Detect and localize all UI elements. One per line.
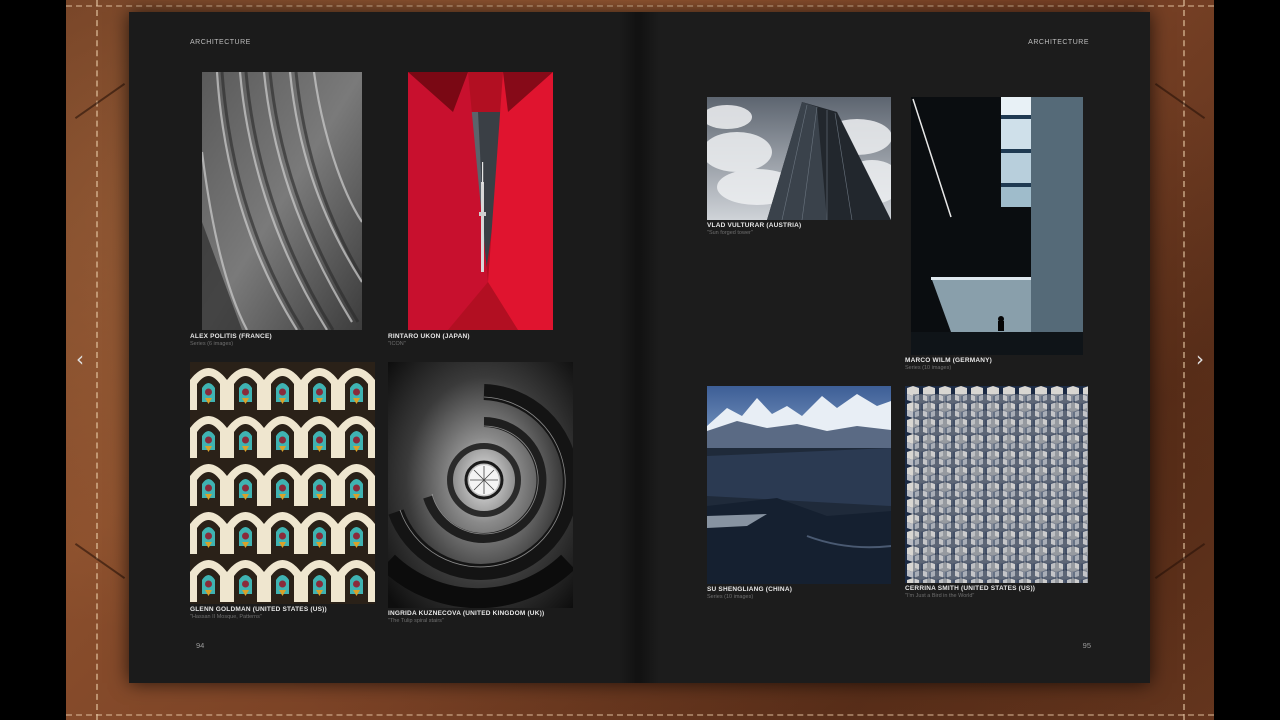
photo-dark-corridor[interactable] [911,97,1083,355]
photo-red-sculpture[interactable] [408,72,553,330]
section-header: ARCHITECTURE [1028,39,1089,46]
photo-caption: MARCO WILM (GERMANY) Series (10 images) [905,357,992,371]
photo-subtitle: Series (6 images) [190,341,234,347]
photo-concrete-facade[interactable] [202,72,362,330]
photo-caption: VLAD VULTURAR (AUSTRIA) "Sun forged towe… [707,222,801,236]
photographer-name: RINTARO UKON (JAPAN) [388,333,470,340]
next-page-icon[interactable]: › [1188,346,1212,372]
photo-caption: CERRINA SMITH (UNITED STATES (US)) "I'm … [905,585,1035,599]
photo-subtitle: "ICON" [388,341,406,347]
section-header: ARCHITECTURE [190,39,251,46]
photo-caption: RINTARO UKON (JAPAN) "ICON" [388,333,470,347]
stitching-bottom [66,714,1214,716]
photographer-name: VLAD VULTURAR (AUSTRIA) [707,222,802,229]
photo-geometric-facade[interactable] [905,386,1088,583]
photo-caption: ALEX POLITIS (FRANCE) Series (6 images) [190,333,272,347]
photo-caption: INGRIDA KUZNECOVA (UNITED KINGDOM (UK)) … [388,610,544,624]
page-number: 95 [1082,641,1091,650]
photographer-name: SU SHENGLIANG (CHINA) [707,586,793,593]
photo-caption: GLENN GOLDMAN (UNITED STATES (US)) "Hass… [190,606,327,620]
photographer-name: ALEX POLITIS (FRANCE) [190,333,272,340]
stitching-top [66,5,1214,7]
photo-mountains[interactable] [707,386,891,584]
photo-subtitle: "Sun forged tower" [707,230,753,236]
photo-tower-clouds[interactable] [707,97,891,220]
photo-spiral-stairs[interactable] [388,362,573,608]
left-page: ARCHITECTURE ALEX POLITIS (FRANCE) Serie… [129,12,639,683]
page-number: 94 [196,641,205,650]
photographer-name: GLENN GOLDMAN (UNITED STATES (US)) [190,606,327,613]
photo-caption: SU SHENGLIANG (CHINA) Series (10 images) [707,586,792,600]
stitching-right [1183,0,1185,720]
stitching-left [96,0,98,720]
previous-page-icon[interactable]: ‹ [68,346,92,372]
photographer-name: MARCO WILM (GERMANY) [905,357,993,364]
photo-subtitle: "Hassan II Mosque, Patterns" [190,614,262,620]
magazine-spread: ARCHITECTURE ALEX POLITIS (FRANCE) Serie… [129,12,1150,683]
book-gutter [619,12,659,683]
photo-subtitle: Series (10 images) [707,594,754,600]
right-page: ARCHITECTURE VLAD VULTURAR (AUSTRIA) "Su… [639,12,1150,683]
photographer-name: INGRIDA KUZNECOVA (UNITED KINGDOM (UK)) [388,610,545,617]
photo-subtitle: "The Tulip spiral stairs" [388,618,444,624]
photo-subtitle: "I'm Just a Bird in the World" [905,593,975,599]
photo-mosque-pattern[interactable] [190,362,375,604]
photographer-name: CERRINA SMITH (UNITED STATES (US)) [905,585,1036,592]
photo-subtitle: Series (10 images) [905,365,952,371]
